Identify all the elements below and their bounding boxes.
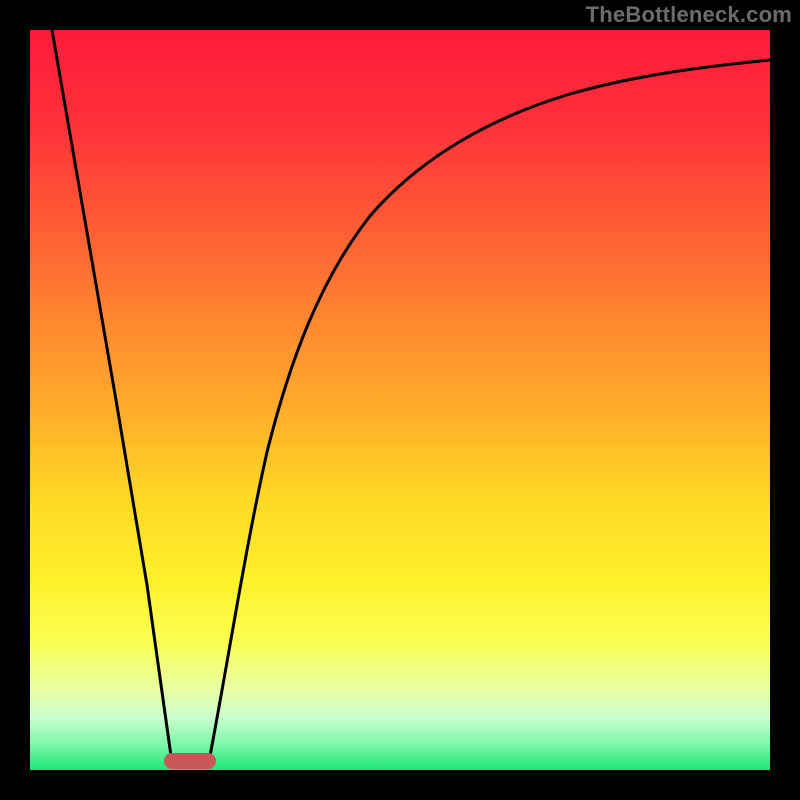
chart-stage: TheBottleneck.com	[0, 0, 800, 800]
curves-svg	[30, 30, 770, 770]
watermark-text: TheBottleneck.com	[586, 2, 792, 28]
plot-area	[30, 30, 770, 770]
curve-right-branch	[210, 60, 770, 756]
curve-left-branch	[52, 30, 171, 756]
optimal-marker	[164, 753, 216, 769]
